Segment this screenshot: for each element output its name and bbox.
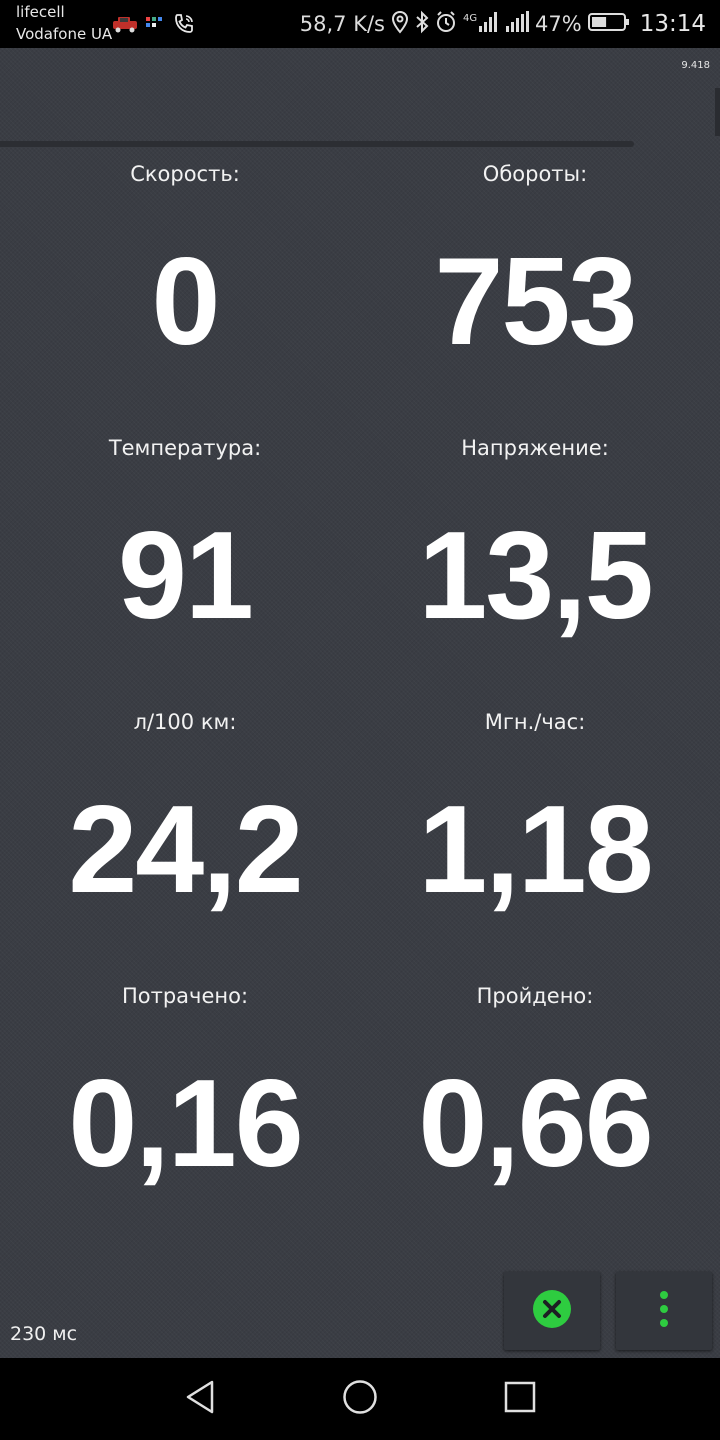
- navigation-bar: [0, 1358, 720, 1440]
- network-speed: 58,7 K/s: [299, 12, 386, 36]
- top-progress-bar: [0, 141, 634, 147]
- battery-percent: 47%: [535, 12, 582, 36]
- metric-fuel-per-hour[interactable]: Мгн./час: 1,18: [355, 710, 715, 912]
- metric-label: Обороты:: [482, 162, 588, 186]
- metric-value: 753: [434, 233, 638, 371]
- close-circle-icon: [531, 1288, 573, 1335]
- metric-voltage[interactable]: Напряжение: 13,5: [355, 436, 715, 638]
- metric-value: 0: [151, 233, 221, 371]
- recents-icon: [503, 1380, 537, 1419]
- metric-value: 0,16: [68, 1055, 303, 1193]
- metric-temperature[interactable]: Температура: 91: [5, 436, 365, 638]
- metric-fuel-per-100km[interactable]: л/100 км: 24,2: [5, 710, 365, 912]
- car-notification-icon: [112, 15, 138, 38]
- network-type: 4G: [463, 13, 477, 24]
- metric-distance[interactable]: Пройдено: 0,66: [355, 984, 715, 1186]
- disconnect-button[interactable]: [504, 1272, 600, 1350]
- home-button[interactable]: [330, 1372, 390, 1426]
- mobile-data-icon: 4G: [463, 10, 499, 38]
- home-icon: [341, 1378, 379, 1421]
- metric-label: Напряжение:: [461, 436, 609, 460]
- metric-fuel-spent[interactable]: Потрачено: 0,16: [5, 984, 365, 1186]
- metric-label: Скорость:: [130, 162, 240, 186]
- metric-rpm[interactable]: Обороты: 753: [355, 162, 715, 364]
- status-bar: lifecell Vodafone UA 58,7 K/s 4G 47% 13:…: [0, 0, 720, 48]
- metric-value: 1,18: [418, 781, 653, 919]
- latency-readout: 230 мс: [10, 1323, 78, 1345]
- menu-button[interactable]: [616, 1272, 712, 1350]
- carrier-primary: lifecell: [16, 3, 65, 21]
- metric-value: 13,5: [418, 507, 653, 645]
- back-icon: [183, 1379, 217, 1420]
- metric-value: 24,2: [68, 781, 303, 919]
- scroll-indicator: [715, 88, 720, 136]
- back-button[interactable]: [170, 1372, 230, 1426]
- dashboard: 9.418 Скорость: 0 Обороты: 753 Температу…: [0, 48, 720, 1358]
- metric-label: Мгн./час:: [484, 710, 586, 734]
- carrier-secondary: Vodafone UA: [16, 25, 113, 43]
- alarm-icon: [435, 10, 457, 38]
- battery-icon: [587, 11, 630, 37]
- app-version: 9.418: [681, 60, 710, 71]
- metric-speed[interactable]: Скорость: 0: [5, 162, 365, 364]
- signal-icon: [505, 10, 530, 38]
- metric-label: л/100 км:: [133, 710, 237, 734]
- notification-icons: [112, 12, 196, 41]
- more-vertical-icon: [658, 1289, 670, 1334]
- metric-label: Потрачено:: [121, 984, 249, 1008]
- call-icon: [172, 12, 196, 41]
- metric-value: 0,66: [418, 1055, 653, 1193]
- clock: 13:14: [639, 11, 706, 37]
- bluetooth-icon: [415, 10, 429, 38]
- status-right: 58,7 K/s 4G 47% 13:14: [300, 10, 706, 38]
- sim-icon: [144, 15, 166, 38]
- screen: lifecell Vodafone UA 58,7 K/s 4G 47% 13:…: [0, 0, 720, 1440]
- metric-value: 91: [118, 507, 254, 645]
- recents-button[interactable]: [490, 1372, 550, 1426]
- metric-label: Пройдено:: [476, 984, 594, 1008]
- location-icon: [391, 10, 409, 38]
- metric-label: Температура:: [108, 436, 262, 460]
